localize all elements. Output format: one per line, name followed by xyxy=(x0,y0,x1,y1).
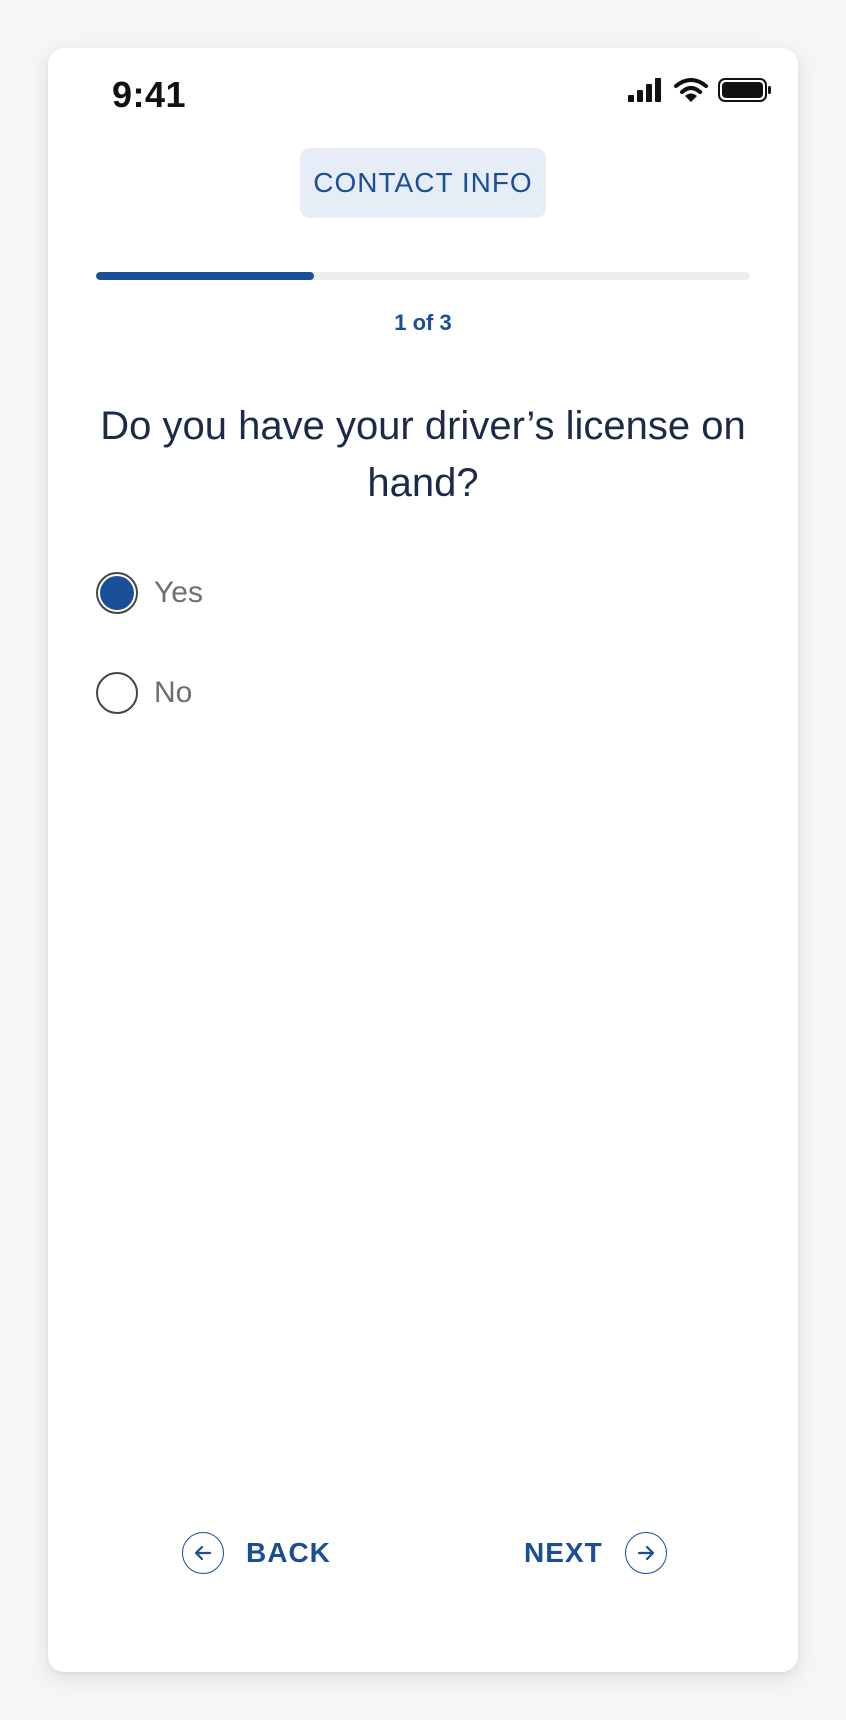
radio-selected-dot xyxy=(100,576,134,610)
back-button[interactable]: BACK xyxy=(182,1532,331,1574)
radio-label-yes: Yes xyxy=(154,576,203,609)
next-button[interactable]: NEXT xyxy=(524,1532,667,1574)
section-chip: CONTACT INFO xyxy=(300,148,546,218)
back-button-label: BACK xyxy=(246,1537,331,1568)
step-counter: 1 of 3 xyxy=(394,310,452,335)
radio-option-no[interactable]: No xyxy=(96,672,192,714)
radio-button-no[interactable] xyxy=(96,672,138,714)
battery-icon xyxy=(718,78,772,107)
radio-label-no: No xyxy=(154,676,193,709)
next-button-label: NEXT xyxy=(524,1537,603,1568)
arrow-right-circle-icon xyxy=(624,1532,667,1574)
progress-bar-fill xyxy=(96,272,314,280)
question-text: Do you have your driver’s license on han… xyxy=(100,404,746,505)
radio-button-yes[interactable] xyxy=(96,572,138,614)
status-bar-icons xyxy=(628,78,772,107)
phone-screen: 9:41 CONTACT INFO 1 of 3 Do you have you… xyxy=(48,48,798,1672)
arrow-left-circle-icon xyxy=(182,1532,224,1574)
progress-bar xyxy=(96,272,750,280)
status-bar-time: 9:41 xyxy=(112,74,187,115)
signal-icon xyxy=(628,78,664,107)
radio-option-yes[interactable]: Yes xyxy=(96,572,203,614)
wifi-icon xyxy=(674,78,708,107)
